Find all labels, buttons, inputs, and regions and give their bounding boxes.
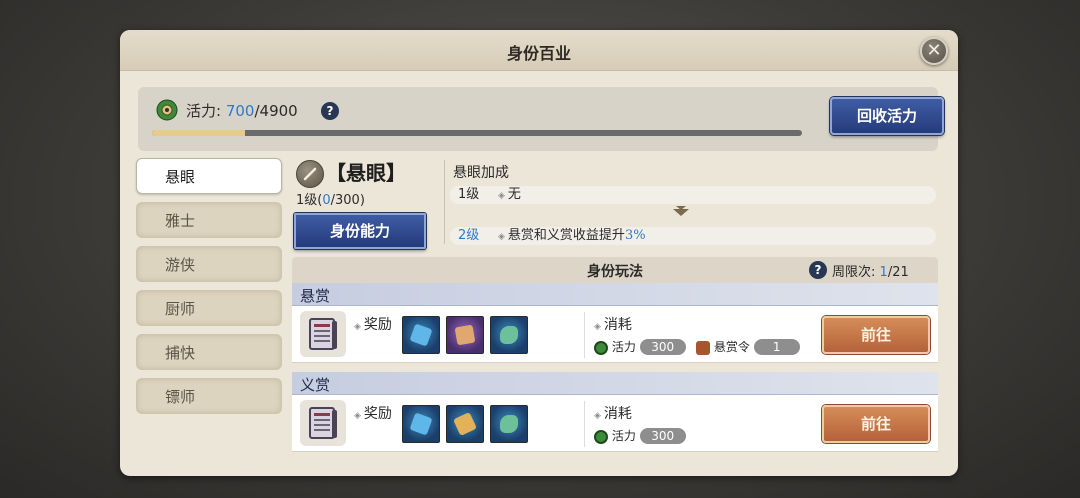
scroll-icon: [300, 311, 346, 357]
level-current: 0: [322, 193, 331, 208]
section-name: 义赏: [300, 376, 331, 394]
window-title: 身份百业: [506, 44, 571, 63]
reward-label-text: 奖励: [363, 406, 392, 422]
reward-item-icon[interactable]: [490, 405, 528, 443]
title-bar: 身份百业 ✕: [120, 30, 958, 71]
section-charity-header: 义赏: [292, 372, 938, 395]
weekly-limit: 周限次: 1/21: [832, 261, 909, 280]
vitality-help-icon[interactable]: ?: [321, 102, 339, 120]
go-button[interactable]: 前往: [822, 316, 930, 354]
section-bounty-header: 悬赏: [292, 283, 938, 306]
vitality-label-text: 活力:: [186, 102, 222, 120]
bonus-row-level-1: 1级 ◈ 无: [450, 186, 936, 204]
divider: [444, 160, 445, 244]
reward-label: ◈ 奖励: [354, 403, 392, 423]
weekly-current: 1: [879, 265, 888, 280]
vitality-section: 活力: 700/4900 ? 回收活力: [138, 87, 944, 151]
bonus-title: 悬眼加成: [453, 165, 509, 181]
recover-vitality-button[interactable]: 回收活力: [830, 97, 944, 135]
vitality-label: 活力: 700/4900: [186, 100, 298, 121]
tab-yashi[interactable]: 雅士: [136, 202, 282, 238]
vitality-current: 700: [225, 102, 255, 120]
bonus-level: 1级: [458, 187, 480, 202]
identity-ability-button[interactable]: 身份能力: [294, 213, 426, 249]
weekly-help-icon[interactable]: ?: [809, 261, 827, 279]
level-prefix: 1级(: [296, 193, 323, 208]
cost-name: 悬赏令: [713, 340, 750, 354]
tab-biaoshi[interactable]: 镖师: [136, 378, 282, 414]
cost-bounty-token: 悬赏令 1: [696, 338, 800, 355]
bonus-level: 2级: [458, 228, 480, 243]
bonus-row-level-2: 2级 ◈ 悬赏和义赏收益提升3%: [450, 227, 936, 245]
scroll-icon: [300, 400, 346, 446]
entry-separator: [584, 401, 585, 447]
bonus-text-value: 悬赏和义赏收益提升: [507, 228, 625, 243]
vitality-max: /4900: [254, 102, 298, 120]
cost-label-text: 消耗: [603, 406, 632, 422]
cost-label: ◈ 消耗: [594, 314, 632, 334]
vitality-icon: [594, 429, 608, 444]
identity-brush-icon: [296, 160, 324, 188]
vitality-progress-bar: [152, 130, 802, 136]
tab-chushi[interactable]: 厨师: [136, 290, 282, 326]
bonus-text: ◈ 无: [498, 186, 521, 205]
reward-item-icon[interactable]: [402, 405, 440, 443]
tab-youxia[interactable]: 游侠: [136, 246, 282, 282]
cost-value: 300: [639, 428, 686, 444]
gameplay-header: 身份玩法 ? 周限次: 1/21: [292, 257, 938, 283]
cost-name: 活力: [611, 429, 636, 443]
reward-label: ◈ 奖励: [354, 314, 392, 334]
reward-item-icon[interactable]: [490, 316, 528, 354]
close-icon[interactable]: ✕: [920, 37, 948, 65]
diamond-icon: ◈: [354, 322, 361, 332]
vitality-icon: [156, 99, 178, 121]
level-suffix: /300): [330, 193, 365, 208]
diamond-icon: ◈: [498, 191, 505, 201]
bonus-text: ◈ 悬赏和义赏收益提升3%: [498, 227, 646, 246]
entry-separator: [584, 312, 585, 358]
tab-bukuai[interactable]: 捕快: [136, 334, 282, 370]
tab-xuanyan[interactable]: 悬眼: [136, 158, 282, 194]
cost-value: 300: [639, 339, 686, 355]
reward-label-text: 奖励: [363, 317, 392, 333]
diamond-icon: ◈: [498, 232, 505, 242]
reward-item-icon[interactable]: [446, 316, 484, 354]
reward-item-icon[interactable]: [446, 405, 484, 443]
go-button[interactable]: 前往: [822, 405, 930, 443]
vitality-progress-fill: [152, 130, 245, 136]
identity-name: 【悬眼】: [326, 161, 406, 185]
reward-item-icon[interactable]: [402, 316, 440, 354]
bonus-text-value: 无: [507, 187, 521, 202]
identity-panel: 身份百业 ✕ 活力: 700/4900 ? 回收活力 悬眼 雅士 游侠 厨师 捕…: [120, 30, 958, 476]
chevron-down-icon: [673, 209, 689, 216]
diamond-icon: ◈: [594, 411, 601, 421]
cost-label: ◈ 消耗: [594, 403, 632, 423]
cost-vitality: 活力 300: [594, 427, 686, 444]
cost-value: 1: [753, 339, 800, 355]
vitality-icon: [594, 340, 608, 355]
diamond-icon: ◈: [594, 322, 601, 332]
weekly-label: 周限次:: [832, 265, 876, 280]
charity-entry: ◈ 奖励 ◈ 消耗 活力 300 前往: [292, 395, 938, 452]
cost-vitality: 活力 300: [594, 338, 686, 355]
bounty-entry: ◈ 奖励 ◈ 消耗 活力 300 悬赏令 1 前往: [292, 306, 938, 363]
section-name: 悬赏: [300, 287, 331, 305]
identity-level: 1级(0/300): [296, 189, 365, 208]
weekly-max: /21: [887, 265, 909, 280]
cost-name: 活力: [611, 340, 636, 354]
bounty-token-icon: [696, 340, 710, 355]
cost-label-text: 消耗: [603, 317, 632, 333]
bonus-highlight: 3%: [624, 228, 646, 243]
diamond-icon: ◈: [354, 411, 361, 421]
